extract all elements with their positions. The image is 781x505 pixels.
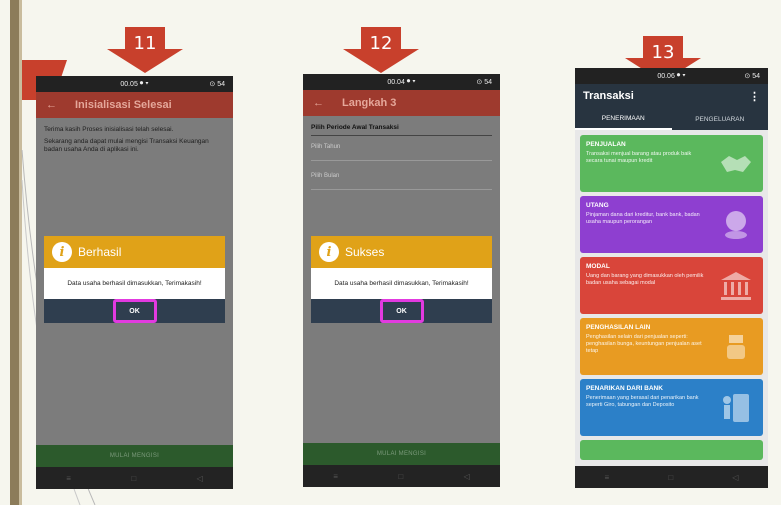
- phone-screen-step-13: 00.06 ⏺ ▾ ⊙ 54 Transaksi ⋮ PENERIMAAN PE…: [575, 68, 768, 488]
- home-icon[interactable]: □: [398, 472, 403, 481]
- start-filling-button[interactable]: MULAI MENGISI: [36, 445, 233, 467]
- card-penarikan-dari-bank[interactable]: PENARIKAN DARI BANK Penerimaan yang bera…: [580, 379, 763, 436]
- android-nav-bar: ≡ □ ◁: [303, 465, 500, 487]
- page-title: Inisialisasi Selesai: [75, 99, 172, 111]
- card-description: Penerimaan yang berasal dari penarikan b…: [586, 395, 699, 408]
- ok-button[interactable]: OK: [112, 299, 157, 323]
- card-description: Transaksi menjual barang atau produk bai…: [586, 151, 692, 164]
- card-partial[interactable]: [580, 440, 763, 460]
- dialog-title: Berhasil: [78, 245, 122, 259]
- card-description: Penghasilan selain dari penjualan sepert…: [586, 334, 702, 354]
- tab-penerimaan[interactable]: PENERIMAAN: [575, 108, 672, 130]
- year-field[interactable]: Pilih Tahun: [303, 136, 500, 150]
- card-penghasilan-lain[interactable]: PENGHASILAN LAIN Penghasilan selain dari…: [580, 318, 763, 375]
- status-time: 00.04: [387, 78, 405, 86]
- back-triangle-icon[interactable]: ◁: [197, 474, 203, 483]
- dialog-header: i Sukses: [311, 236, 492, 268]
- section-title: Pilih Periode Awal Transaksi: [311, 116, 492, 136]
- status-right: ⊙ 54: [744, 73, 760, 80]
- dialog-title: Sukses: [345, 245, 385, 259]
- dialog-message: Data usaha berhasil dimasukkan, Terimaka…: [44, 268, 225, 299]
- step-number: 11: [133, 33, 157, 54]
- start-filling-button[interactable]: MULAI MENGISI: [303, 443, 500, 465]
- menu-icon[interactable]: ≡: [605, 473, 610, 482]
- dialog-message: Data usaha berhasil dimasukkan, Terimaka…: [311, 268, 492, 299]
- tab-bar: PENERIMAAN PENGELUARAN: [575, 108, 768, 130]
- body-text: Terima kasih Proses inisialisasi telah s…: [36, 118, 233, 162]
- arrow-left-icon[interactable]: ←: [313, 97, 324, 109]
- step-number: 12: [369, 33, 393, 54]
- dialog-footer: OK: [311, 299, 492, 323]
- bank-icon: [721, 272, 751, 300]
- tab-pengeluaran[interactable]: PENGELUARAN: [672, 108, 769, 130]
- status-bar: 00.05 ⏺ ▾ ⊙ 54: [36, 76, 233, 92]
- phone-screen-step-11: 00.05 ⏺ ▾ ⊙ 54 ← Inisialisasi Selesai Te…: [36, 76, 233, 489]
- app-bar: ← Langkah 3: [303, 90, 500, 116]
- body-line-2: Sekarang anda dapat mulai mengisi Transa…: [44, 138, 209, 153]
- back-triangle-icon[interactable]: ◁: [732, 473, 738, 482]
- card-penjualan[interactable]: PENJUALAN Transaksi menjual barang atau …: [580, 135, 763, 192]
- page-title: Langkah 3: [342, 97, 397, 109]
- status-bar: 00.04 ⏺ ▾ ⊙ 54: [303, 74, 500, 90]
- screen-content: Pilih Periode Awal Transaksi Pilih Tahun…: [303, 116, 500, 465]
- money-hand-icon: [727, 335, 745, 359]
- step-number: 13: [651, 42, 675, 63]
- month-field-underline: [311, 189, 492, 190]
- phone-screen-step-12: 00.04 ⏺ ▾ ⊙ 54 ← Langkah 3 Pilih Periode…: [303, 74, 500, 487]
- info-icon: i: [319, 242, 339, 262]
- card-title: PENJUALAN: [586, 141, 626, 148]
- atm-icon: [723, 394, 749, 422]
- app-bar: Transaksi ⋮: [575, 84, 768, 108]
- status-time: 00.06: [657, 72, 675, 80]
- screen-content: Terima kasih Proses inisialisasi telah s…: [36, 118, 233, 467]
- status-right: ⊙ 54: [476, 79, 492, 86]
- home-icon[interactable]: □: [131, 474, 136, 483]
- success-dialog: i Berhasil Data usaha berhasil dimasukka…: [44, 236, 225, 323]
- step-arrow-11: 11: [105, 27, 185, 73]
- menu-icon[interactable]: ≡: [66, 474, 71, 483]
- status-right: ⊙ 54: [209, 81, 225, 88]
- page-title: Transaksi: [583, 90, 634, 102]
- success-dialog: i Sukses Data usaha berhasil dimasukkan,…: [311, 236, 492, 323]
- transaction-card-list: PENJUALAN Transaksi menjual barang atau …: [575, 130, 768, 466]
- ok-button[interactable]: OK: [379, 299, 424, 323]
- arrow-left-icon[interactable]: ←: [46, 99, 57, 111]
- card-title: PENGHASILAN LAIN: [586, 324, 651, 331]
- more-vertical-icon[interactable]: ⋮: [749, 90, 760, 103]
- body-line-1: Terima kasih Proses inisialisasi telah s…: [44, 126, 174, 133]
- android-nav-bar: ≡ □ ◁: [575, 466, 768, 488]
- card-utang[interactable]: UTANG Pinjaman dana dari kreditur, bank …: [580, 196, 763, 253]
- android-nav-bar: ≡ □ ◁: [36, 467, 233, 489]
- card-description: Pinjaman dana dari kreditur, bank bank, …: [586, 212, 700, 225]
- status-time: 00.05: [120, 80, 138, 88]
- card-modal[interactable]: MODAL Uang dan barang yang dimasukkan ol…: [580, 257, 763, 314]
- back-triangle-icon[interactable]: ◁: [464, 472, 470, 481]
- home-icon[interactable]: □: [668, 473, 673, 482]
- menu-icon[interactable]: ≡: [333, 472, 338, 481]
- card-title: UTANG: [586, 202, 609, 209]
- card-description: Uang dan barang yang dimasukkan oleh pem…: [586, 273, 704, 286]
- card-title: MODAL: [586, 263, 610, 270]
- info-icon: i: [52, 242, 72, 262]
- status-bar: 00.06 ⏺ ▾ ⊙ 54: [575, 68, 768, 84]
- handshake-icon: [721, 156, 751, 172]
- dialog-header: i Berhasil: [44, 236, 225, 268]
- coins-icon: [725, 211, 747, 239]
- dialog-footer: OK: [44, 299, 225, 323]
- month-field[interactable]: Pilih Bulan: [303, 161, 500, 179]
- step-arrow-12: 12: [341, 27, 421, 73]
- card-title: PENARIKAN DARI BANK: [586, 385, 663, 392]
- app-bar: ← Inisialisasi Selesai: [36, 92, 233, 118]
